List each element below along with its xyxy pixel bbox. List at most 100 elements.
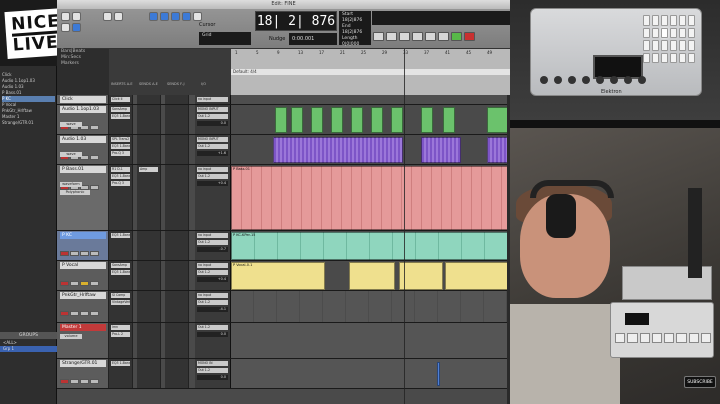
record-enable-button[interactable] xyxy=(60,251,69,256)
insert-slot[interactable]: EQ3 1-Band xyxy=(111,174,130,179)
output-selector[interactable]: Out 1-2 xyxy=(197,270,228,275)
record-enable-button[interactable] xyxy=(60,281,69,286)
insert-slot[interactable]: EQ3 1-Band xyxy=(111,270,130,275)
rewind-button[interactable] xyxy=(399,32,410,41)
fast-forward-button[interactable] xyxy=(412,32,423,41)
insert-slot[interactable]: SansAmp xyxy=(111,107,130,112)
insert-slot[interactable]: Pro-Q 3 xyxy=(111,151,130,156)
solo-button[interactable] xyxy=(80,379,89,384)
track-name[interactable]: P Vocal xyxy=(60,262,106,269)
track-lane[interactable]: P Vocal-0.1 xyxy=(231,261,510,290)
track-list-item[interactable]: Strange/GTR.01 xyxy=(2,120,55,126)
track-name[interactable]: P KC xyxy=(60,232,106,239)
track-name[interactable]: PnkGtr_Hrlftaw xyxy=(60,292,106,299)
insert-slot[interactable]: EQ3 1-Band xyxy=(111,361,130,366)
audio-clip[interactable] xyxy=(331,107,343,133)
grid-display[interactable]: Grid xyxy=(199,32,251,45)
zoom-in-button[interactable] xyxy=(114,12,123,21)
insert-slot[interactable]: Click II xyxy=(111,97,130,102)
grid-button[interactable] xyxy=(72,23,81,32)
insert-slot[interactable]: Pro-L 2 xyxy=(111,332,130,337)
mute-button[interactable] xyxy=(90,185,99,190)
output-selector[interactable]: Out 1-2 xyxy=(197,144,228,149)
track-name[interactable]: Master 1 xyxy=(60,324,106,331)
output-selector[interactable]: Out 1-2 xyxy=(197,114,228,119)
track-view-selector[interactable]: waveform xyxy=(60,182,82,187)
track-view-selector[interactable]: wave xyxy=(60,152,82,157)
volume-readout[interactable]: 0.0 xyxy=(197,375,228,380)
midi-clip[interactable]: P KC-KPer-15 xyxy=(231,232,510,260)
solo-button[interactable] xyxy=(80,311,89,316)
insert-slot[interactable]: SPL Trans2 xyxy=(111,137,130,142)
audio-clip[interactable] xyxy=(421,107,433,133)
input-monitor-button[interactable] xyxy=(70,311,79,316)
track-lane[interactable]: P Bass.01 xyxy=(231,165,510,230)
go-to-end-button[interactable] xyxy=(425,32,436,41)
groups-header[interactable]: GROUPS xyxy=(0,332,57,339)
record-button[interactable] xyxy=(464,32,475,41)
grabber-tool-button[interactable] xyxy=(182,12,191,21)
insert-slot[interactable]: SI Comp xyxy=(111,293,130,298)
volume-readout[interactable]: +1.6 xyxy=(197,151,228,156)
play-button[interactable] xyxy=(451,32,462,41)
audio-clip[interactable] xyxy=(291,107,303,133)
stop-button[interactable] xyxy=(438,32,449,41)
insert-slot[interactable]: EQ3 1-Band xyxy=(111,144,130,149)
audio-clip[interactable] xyxy=(275,107,287,133)
input-selector[interactable]: no input xyxy=(197,167,228,172)
audio-clip[interactable] xyxy=(437,362,440,386)
audio-clip[interactable] xyxy=(421,137,461,163)
playhead-line[interactable] xyxy=(404,49,405,404)
nudge-value[interactable]: 0:00.001 xyxy=(289,33,337,45)
slip-button[interactable] xyxy=(72,12,81,21)
zoomer-tool-button[interactable] xyxy=(149,12,158,21)
audio-clip[interactable] xyxy=(273,137,403,163)
mute-button[interactable] xyxy=(90,281,99,286)
midi-clip[interactable]: P Vocal-0.1 xyxy=(231,262,325,290)
record-enable-button[interactable] xyxy=(60,311,69,316)
default-meter-marker[interactable]: Default: 4/4 xyxy=(231,69,510,75)
track-view-selector[interactable]: wave xyxy=(60,122,82,127)
track-lane[interactable] xyxy=(231,135,510,164)
volume-readout[interactable]: 0.0 xyxy=(197,332,228,337)
online-button[interactable] xyxy=(373,32,384,41)
midi-clip[interactable] xyxy=(349,262,395,290)
output-selector[interactable]: Out 1-2 xyxy=(197,300,228,305)
mute-button[interactable] xyxy=(90,155,99,160)
audio-clip[interactable] xyxy=(371,107,383,133)
trim-tool-button[interactable] xyxy=(160,12,169,21)
track-name[interactable]: Click xyxy=(60,96,106,103)
track-view-selector[interactable]: volume xyxy=(60,334,82,339)
track-name[interactable]: Audio 1.1op1.03 xyxy=(60,106,106,113)
audio-clip[interactable] xyxy=(311,107,323,133)
solo-button[interactable] xyxy=(80,281,89,286)
midi-clip[interactable] xyxy=(445,262,510,290)
input-selector[interactable]: no input xyxy=(197,97,228,102)
input-selector[interactable]: no input xyxy=(197,233,228,238)
send-slot[interactable]: Amp xyxy=(139,167,158,172)
audio-clip[interactable] xyxy=(487,137,509,163)
input-monitor-button[interactable] xyxy=(70,281,79,286)
record-enable-button[interactable] xyxy=(60,379,69,384)
output-selector[interactable]: Out 1-2 xyxy=(197,240,228,245)
audio-clip[interactable] xyxy=(487,107,509,133)
mute-button[interactable] xyxy=(90,251,99,256)
track-lane[interactable] xyxy=(231,105,510,134)
mute-button[interactable] xyxy=(90,379,99,384)
insert-slot[interactable]: EQ3 1-Band xyxy=(111,114,130,119)
insert-slot[interactable]: Pro-Q 3 xyxy=(111,181,130,186)
volume-readout[interactable]: 0.0 xyxy=(197,121,228,126)
elastic-mode-selector[interactable]: Polyphonic xyxy=(60,190,90,195)
audio-clip[interactable] xyxy=(351,107,363,133)
subscribe-button[interactable]: SUBSCRIBE xyxy=(684,376,716,388)
insert-slot[interactable]: SansAmp xyxy=(111,263,130,268)
audio-clip[interactable] xyxy=(391,107,403,133)
selection-display[interactable]: Start 18|2|876 End 18|2|876 Length 0|0|0… xyxy=(339,11,371,47)
selector-tool-button[interactable] xyxy=(171,12,180,21)
input-selector[interactable]: MONO INPUT xyxy=(197,107,228,112)
mute-button[interactable] xyxy=(90,311,99,316)
input-selector[interactable]: no input xyxy=(197,293,228,298)
input-monitor-button[interactable] xyxy=(70,251,79,256)
input-selector[interactable]: MONO INPUT xyxy=(197,137,228,142)
group-item[interactable]: Grp 1 xyxy=(0,346,57,352)
